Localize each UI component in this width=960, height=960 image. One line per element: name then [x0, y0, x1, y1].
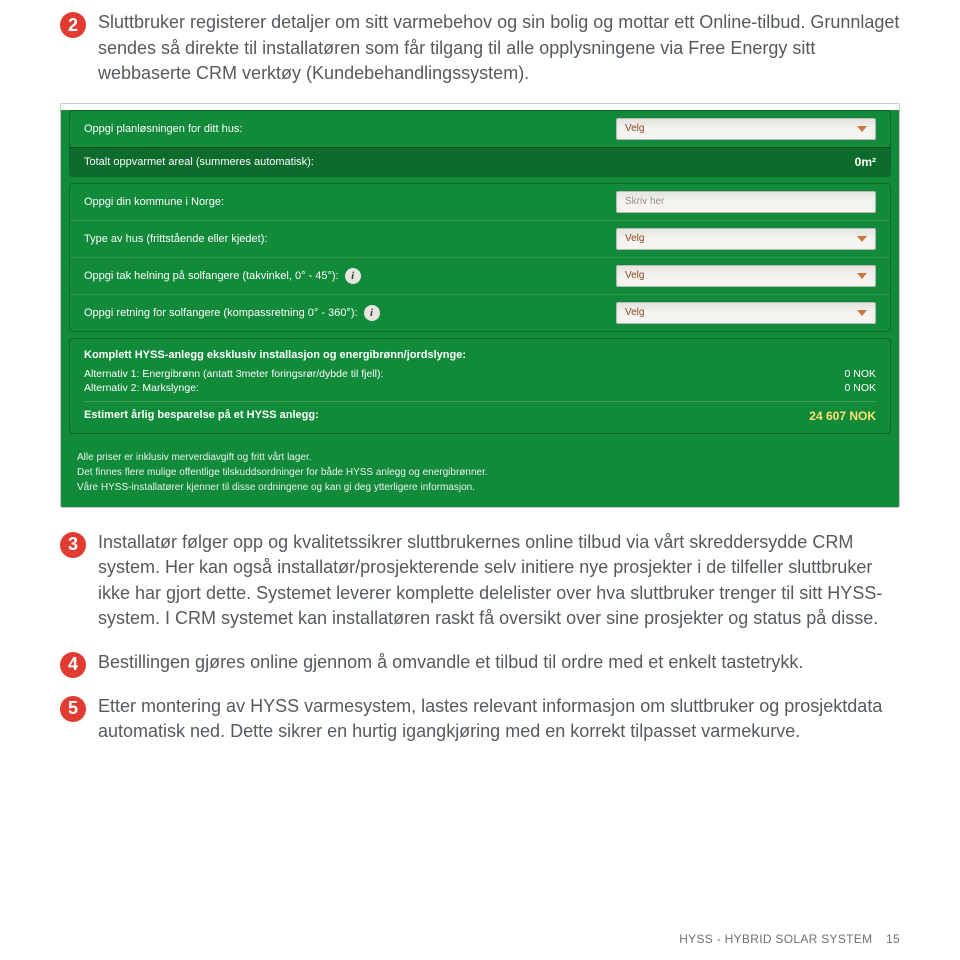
step-text-3: Installatør følger opp og kvalitetssikre…	[98, 530, 900, 632]
label-tak: Oppgi tak helning på solfangere (takvink…	[84, 268, 606, 284]
select-plan-value: Velg	[625, 123, 644, 134]
label-retning: Oppgi retning for solfangere (kompassret…	[84, 305, 606, 321]
footnotes: Alle priser er inklusiv merverdiavgift o…	[61, 440, 899, 507]
select-retning-value: Velg	[625, 307, 644, 318]
label-plan: Oppgi planløsningen for ditt hus:	[84, 123, 606, 135]
step-text-2: Sluttbruker registerer detaljer om sitt …	[98, 10, 900, 87]
page-footer: HYSS - HYBRID SOLAR SYSTEM 15	[679, 932, 900, 946]
footer-brand: HYSS - HYBRID SOLAR SYSTEM	[679, 932, 872, 946]
pricing-estimate-value: 24 607 NOK	[809, 409, 876, 423]
pricing-alt2-value: 0 NOK	[844, 382, 876, 394]
pricing-estimate: Estimert årlig besparelse på et HYSS anl…	[84, 401, 876, 423]
input-kommune-placeholder: Skriv her	[625, 196, 664, 207]
step-4: 4 Bestillingen gjøres online gjennom å o…	[60, 650, 900, 678]
row-area: Totalt oppvarmet areal (summeres automat…	[70, 147, 890, 176]
panel-details: Oppgi din kommune i Norge: Skriv her Typ…	[69, 183, 891, 332]
footnote-3: Våre HYSS-installatører kjenner til diss…	[77, 480, 883, 495]
step-text-5: Etter montering av HYSS varmesystem, las…	[98, 694, 900, 745]
pricing-alt2-label: Alternativ 2: Markslynge:	[84, 382, 199, 394]
form-inner: Oppgi planløsningen for ditt hus: Velg T…	[61, 110, 899, 507]
step-badge-5: 5	[60, 696, 86, 722]
step-3: 3 Installatør følger opp og kvalitetssik…	[60, 530, 900, 634]
step-2: 2 Sluttbruker registerer detaljer om sit…	[60, 10, 900, 87]
label-retning-text: Oppgi retning for solfangere (kompassret…	[84, 307, 358, 319]
pricing-alt2: Alternativ 2: Markslynge: 0 NOK	[84, 381, 876, 395]
chevron-down-icon	[857, 310, 867, 316]
panel-plan: Oppgi planløsningen for ditt hus: Velg T…	[69, 110, 891, 177]
panel-pricing: Komplett HYSS-anlegg eksklusiv installas…	[69, 338, 891, 434]
chevron-down-icon	[857, 236, 867, 242]
step-text-4: Bestillingen gjøres online gjennom å omv…	[98, 650, 803, 676]
step-5: 5 Etter montering av HYSS varmesystem, l…	[60, 694, 900, 745]
label-kommune: Oppgi din kommune i Norge:	[84, 196, 606, 208]
chevron-down-icon	[857, 273, 867, 279]
row-kommune: Oppgi din kommune i Norge: Skriv her	[70, 184, 890, 220]
footnote-1: Alle priser er inklusiv merverdiavgift o…	[77, 450, 883, 465]
row-tak: Oppgi tak helning på solfangere (takvink…	[70, 257, 890, 294]
value-area: 0m²	[855, 155, 876, 169]
pricing-estimate-label: Estimert årlig besparelse på et HYSS anl…	[84, 409, 319, 423]
input-kommune[interactable]: Skriv her	[616, 191, 876, 213]
select-plan[interactable]: Velg	[616, 118, 876, 140]
step-badge-3: 3	[60, 532, 86, 558]
label-area: Totalt oppvarmet areal (summeres automat…	[84, 156, 855, 168]
pricing-header: Komplett HYSS-anlegg eksklusiv installas…	[84, 349, 876, 361]
row-type: Type av hus (frittstående eller kjedet):…	[70, 220, 890, 257]
pricing-alt1: Alternativ 1: Energibrønn (antatt 3meter…	[84, 367, 876, 381]
info-icon[interactable]: i	[364, 305, 380, 321]
select-tak-value: Velg	[625, 270, 644, 281]
select-type[interactable]: Velg	[616, 228, 876, 250]
label-type: Type av hus (frittstående eller kjedet):	[84, 233, 606, 245]
pricing-alt1-label: Alternativ 1: Energibrønn (antatt 3meter…	[84, 368, 383, 380]
step-badge-4: 4	[60, 652, 86, 678]
step-badge-2: 2	[60, 12, 86, 38]
row-plan: Oppgi planløsningen for ditt hus: Velg	[70, 111, 890, 147]
select-retning[interactable]: Velg	[616, 302, 876, 324]
pricing-alt1-value: 0 NOK	[844, 368, 876, 380]
footnote-2: Det finnes flere mulige offentlige tilsk…	[77, 465, 883, 480]
row-retning: Oppgi retning for solfangere (kompassret…	[70, 294, 890, 331]
footer-page: 15	[886, 932, 900, 946]
label-tak-text: Oppgi tak helning på solfangere (takvink…	[84, 270, 339, 282]
chevron-down-icon	[857, 126, 867, 132]
info-icon[interactable]: i	[345, 268, 361, 284]
select-type-value: Velg	[625, 233, 644, 244]
form-screenshot: Oppgi planløsningen for ditt hus: Velg T…	[60, 103, 900, 508]
select-tak[interactable]: Velg	[616, 265, 876, 287]
